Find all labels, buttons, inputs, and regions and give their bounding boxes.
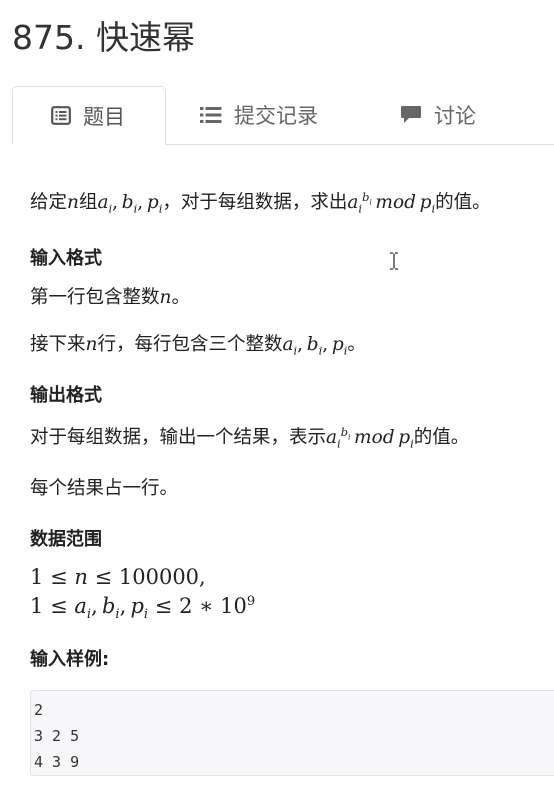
text-cursor-icon — [389, 252, 399, 274]
tab-problem[interactable]: 题目 — [12, 86, 166, 145]
data-range-heading: 数据范围 — [30, 529, 102, 550]
sample-line: 2 — [34, 701, 44, 719]
tab-discussion[interactable]: 讨论 — [400, 86, 476, 144]
input-format-line-2: 接下来n行，每行包含三个整数ai, bi, pi。 — [30, 334, 366, 358]
sample-input-block[interactable]: 2 3 2 5 4 3 9 — [30, 690, 554, 776]
tab-problem-label: 题目 — [83, 104, 125, 129]
output-format-heading: 输出格式 — [30, 385, 102, 406]
output-format-line-2: 每个结果占一行。 — [30, 478, 179, 499]
list-bullets-icon — [200, 106, 222, 124]
list-icon — [51, 106, 71, 125]
input-format-line-1: 第一行包含整数n。 — [30, 287, 190, 308]
tab-submissions-label: 提交记录 — [234, 104, 318, 128]
tab-discussion-label: 讨论 — [434, 104, 476, 128]
tab-submissions[interactable]: 提交记录 — [200, 86, 318, 144]
data-range-line-1: 1 ≤ n ≤ 100000, — [30, 565, 206, 589]
sample-line: 3 2 5 — [34, 727, 80, 745]
data-range-line-2: 1 ≤ ai, bi, pi ≤ 2 ∗ 109 — [30, 594, 256, 623]
comment-icon — [400, 105, 422, 125]
sample-input-heading: 输入样例: — [30, 649, 110, 670]
sample-line: 4 3 9 — [34, 753, 80, 771]
page-title: 875. 快速幂 — [12, 18, 195, 57]
problem-description: 给定n组ai, bi, pi，对于每组数据，求出aibi mod pi的值。 — [30, 189, 491, 216]
input-format-heading: 输入格式 — [30, 248, 102, 269]
tab-bar: 题目 提交记录 讨论 — [12, 86, 554, 145]
output-format-line-1: 对于每组数据，输出一个结果，表示aibi mod pi的值。 — [30, 424, 470, 451]
